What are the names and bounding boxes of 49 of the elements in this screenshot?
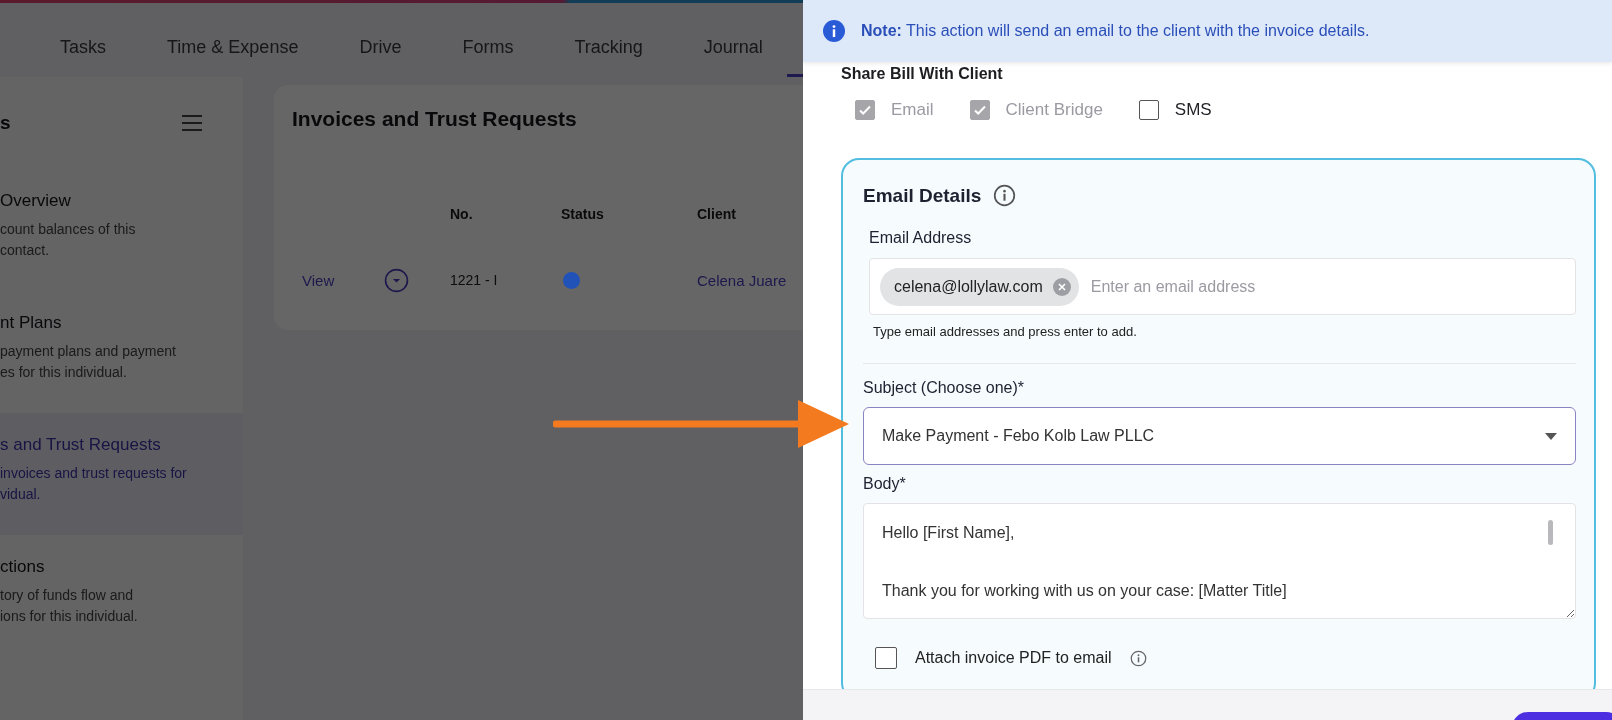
card-title: Invoices and Trust Requests xyxy=(292,106,578,131)
share-option[interactable]: SMS xyxy=(1138,100,1212,120)
checkbox-label: Attach invoice PDF to email xyxy=(915,649,1112,667)
sidebar-item[interactable]: s and Trust Requests invoices and trust requests for vidual. xyxy=(0,413,243,535)
nav-tab[interactable]: Tasks xyxy=(60,36,106,58)
checkbox[interactable] xyxy=(1138,100,1159,120)
column-header: No. xyxy=(450,206,474,222)
field-label: Body* xyxy=(863,475,907,493)
nav-tab[interactable]: Time & Expense xyxy=(167,36,299,58)
item-description: tory of funds flow and ions for this individual. xyxy=(0,586,139,626)
sidebar-item[interactable]: Overview count balances of this contact. xyxy=(0,169,243,291)
sidebar-item[interactable]: ctions tory of funds flow and ions for this individual. xyxy=(0,535,243,657)
field-label: Email Address xyxy=(869,229,973,247)
section-title: Email Details xyxy=(863,184,982,207)
note-text: Note: This action will send an email to the client with the invoice details. xyxy=(861,22,1370,40)
email-input[interactable]: Enter an email address xyxy=(1088,276,1575,297)
column-header: Status xyxy=(561,206,605,222)
nav-tab[interactable]: Journal xyxy=(703,36,763,58)
item-description: count balances of this contact. xyxy=(0,220,137,260)
email-chip: celena@lollylaw.com xyxy=(880,267,1079,306)
item-title: ctions xyxy=(0,557,46,577)
caret-icon xyxy=(1545,432,1557,440)
section-label: Share Bill With Client xyxy=(841,65,1004,83)
sidebar-title: s xyxy=(0,112,11,134)
field-label: Subject (Choose one)* xyxy=(863,379,1025,397)
field-hint: Type email addresses and press enter to add. xyxy=(873,324,1138,339)
column-header: Client xyxy=(697,206,737,222)
nav-tab[interactable]: Tracking xyxy=(574,36,643,58)
info-icon xyxy=(823,20,845,42)
nav-tab[interactable]: Forms xyxy=(462,36,514,58)
item-title: nt Plans xyxy=(0,313,63,333)
remove-icon[interactable] xyxy=(1052,277,1071,296)
body-textarea[interactable]: Hello [First Name], Thank you for working with us on your case: [Matter Title] xyxy=(863,503,1576,619)
item-description: invoices and trust requests for vidual. xyxy=(0,464,188,504)
item-title: Overview xyxy=(0,191,72,211)
sidebar-item[interactable]: nt Plans payment plans and payment es for this individual. xyxy=(0,291,243,413)
dropdown-icon[interactable] xyxy=(384,267,409,293)
menu-icon[interactable] xyxy=(181,114,203,132)
table-cell-text: 1221 - I xyxy=(450,272,499,288)
info-icon xyxy=(993,184,1017,207)
info-icon xyxy=(1129,649,1147,667)
scrollbar-thumb[interactable] xyxy=(1548,520,1553,545)
nav-tab[interactable]: Drive xyxy=(359,36,402,58)
view-link[interactable]: View xyxy=(292,271,384,289)
item-title: s and Trust Requests xyxy=(0,435,162,455)
client-link[interactable]: Celena Juare xyxy=(697,271,803,289)
item-description: payment plans and payment es for this individual. xyxy=(0,342,177,382)
subject-select[interactable]: Make Payment - Febo Kolb Law PLLC xyxy=(863,407,1576,465)
checkbox[interactable] xyxy=(875,647,897,669)
